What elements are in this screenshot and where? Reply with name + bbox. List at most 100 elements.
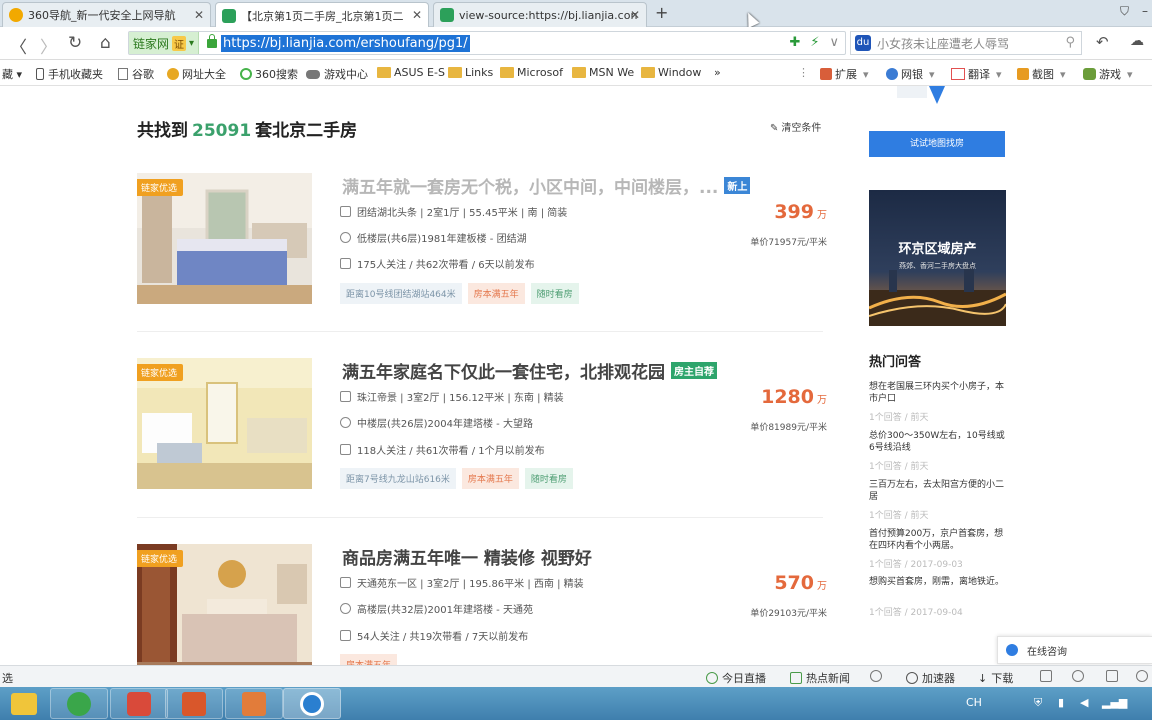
search-icon[interactable]: ⚲ — [1065, 35, 1075, 50]
online-consult-button[interactable]: 在线咨询 — [997, 636, 1152, 664]
cert-name: 链家网 — [133, 36, 170, 51]
chevron-down-icon[interactable]: ∨ — [829, 35, 839, 50]
close-icon[interactable]: ✕ — [194, 8, 204, 22]
taskbar-360-browser[interactable] — [283, 688, 341, 719]
taskbar-express[interactable] — [110, 688, 168, 719]
bookmark-overflow[interactable]: » — [714, 66, 721, 79]
security-icon[interactable]: ⛨ — [1034, 696, 1042, 710]
house-icon — [222, 8, 236, 23]
window-icon — [1106, 670, 1118, 682]
home-button[interactable]: ⌂ — [100, 33, 111, 53]
forward-button[interactable]: 〉 — [40, 33, 57, 58]
promo-banner[interactable]: 环京区域房产 燕郊、香河二手房大盘点 — [869, 190, 1006, 326]
minimize-button[interactable]: – — [1142, 4, 1148, 18]
volume-icon[interactable]: ◀ — [1080, 696, 1088, 709]
chevron-down-icon: ▾ — [863, 67, 869, 81]
listing-photo[interactable]: 链家优选 — [137, 358, 312, 489]
skin-icon[interactable]: ⛉ — [1120, 4, 1129, 19]
listing-title[interactable]: 满五年就一套房无个税，小区中间，中间楼层，... 新上 — [342, 173, 751, 198]
reload-button[interactable]: ↻ — [68, 33, 82, 53]
train-icon — [127, 691, 151, 716]
tab-view-source[interactable]: view-source:https://bj.lianjia.con ✕ — [433, 2, 647, 27]
status-icon-button[interactable] — [1072, 670, 1088, 682]
360-browser-icon — [9, 8, 23, 22]
input-language[interactable]: CH — [966, 696, 982, 709]
question-item[interactable]: 总价300～350W左右，10号线或6号线沿线 — [869, 430, 1009, 454]
listing-card[interactable]: 链家优选 满五年家庭名下仅此一套住宅，北排观花园 房主自荐 珠江帝景 | 3室2厅… — [137, 358, 827, 498]
bookmark-folder-windows[interactable]: Window — [641, 66, 701, 79]
toolbar-screenshot[interactable]: 截图 ▾ — [1017, 66, 1066, 82]
cloud-icon[interactable]: ☁ — [1130, 33, 1144, 49]
bookmark-folder-msn[interactable]: MSN We — [572, 66, 634, 79]
toolbar-online-banking[interactable]: 网银 ▾ — [886, 66, 935, 82]
network-icon[interactable]: ▂▄▆ — [1102, 696, 1127, 709]
listing-photo[interactable]: 链家优选 — [137, 544, 312, 665]
tab-360-nav[interactable]: 360导航_新一代安全上网导航 ✕ — [2, 2, 211, 27]
status-icon-button[interactable] — [1040, 670, 1056, 682]
lightning-icon[interactable]: ⚡ — [810, 35, 819, 50]
undo-icon[interactable]: ↶ — [1096, 33, 1109, 51]
listing-info-text: 天通苑东一区 | 3室2厅 | 195.86平米 | 西南 | 精装 — [357, 579, 584, 590]
bookmark-label: 360搜索 — [255, 68, 298, 81]
location-icon — [340, 417, 351, 428]
toolbar-translate[interactable]: 翻译 ▾ — [951, 66, 1002, 82]
close-icon[interactable]: ✕ — [630, 8, 640, 22]
clock-icon — [870, 670, 882, 682]
battery-icon[interactable]: ▮ — [1058, 696, 1064, 709]
address-actions: ✚ ⚡ ∨ — [789, 35, 839, 50]
price-unit: 万 — [817, 395, 827, 406]
toolbar-extensions[interactable]: 扩展 ▾ — [820, 66, 869, 82]
bookmark-game-center[interactable]: 游戏中心 — [306, 66, 368, 82]
house-icon — [340, 577, 351, 588]
listing-photo[interactable]: 链家优选 — [137, 173, 312, 304]
taskbar-presentation[interactable] — [225, 688, 283, 719]
clear-filters-link[interactable]: ✎ 清空条件 — [770, 119, 821, 134]
toolbar-games[interactable]: 游戏 ▾ — [1083, 66, 1133, 82]
listing-card[interactable]: 链家优选 商品房满五年唯一 精装修 视野好 天通苑东一区 | 3室2厅 | 19… — [137, 544, 827, 665]
bookmark-mobile[interactable]: 手机收藏夹 — [36, 66, 103, 82]
question-item[interactable]: 三百万左右，去太阳宫方便的小二居 — [869, 479, 1009, 503]
bookmark-360-search[interactable]: 360搜索 — [240, 66, 298, 82]
plugin-icon[interactable]: ✚ — [789, 35, 800, 50]
search-input[interactable]: du 小女孩未让座遭老人辱骂 ⚲ — [850, 31, 1082, 55]
listing-unit-price: 单价71957元/平米 — [750, 238, 827, 248]
taskbar-ie[interactable] — [50, 688, 108, 719]
question-item[interactable]: 想购买首套房，刚需，离地铁近。 — [869, 576, 1009, 588]
status-label: 加速器 — [922, 672, 955, 685]
close-icon[interactable]: ✕ — [412, 8, 422, 22]
chevron-down-icon: ▾ — [929, 67, 935, 81]
live-stream-button[interactable]: 今日直播 — [706, 670, 766, 686]
new-tab-button[interactable]: + — [655, 3, 668, 22]
address-bar[interactable]: 链家网 证 ▾ https://bj.lianjia.com/ershoufan… — [128, 31, 846, 55]
bookmark-favorites[interactable]: 藏 ▾ — [2, 66, 22, 82]
bookmark-folder-asus[interactable]: ASUS E-S — [377, 66, 445, 79]
site-certificate[interactable]: 链家网 证 ▾ — [129, 32, 200, 54]
taskbar-powerpoint[interactable] — [165, 688, 223, 719]
listing-info: 珠江帝景 | 3室2厅 | 156.12平米 | 东南 | 精装 — [340, 389, 564, 404]
downloads-button[interactable]: ↓ 下载 — [978, 670, 1013, 686]
zoom-icon — [1136, 670, 1148, 682]
status-icon-button[interactable] — [1136, 670, 1152, 682]
tab-lianjia[interactable]: 【北京第1页二手房_北京第1页二 ✕ — [215, 2, 429, 28]
listing-title[interactable]: 满五年家庭名下仅此一套住宅，北排观花园 房主自荐 — [342, 358, 717, 383]
price-value: 570 — [774, 572, 814, 594]
listing-info: 天通苑东一区 | 3室2厅 | 195.86平米 | 西南 | 精装 — [340, 575, 584, 590]
tag-chip-five-years: 房本满五年 — [461, 468, 519, 489]
hot-news-button[interactable]: 热点新闻 — [790, 670, 850, 686]
accelerator-button[interactable]: 加速器 — [906, 670, 955, 686]
bookmark-folder-links[interactable]: Links — [448, 66, 493, 79]
listing-card[interactable]: 链家优选 满五年就一套房无个税，小区中间，中间楼层，... 新上 团结湖北头条 |… — [137, 173, 827, 313]
url-text[interactable]: https://bj.lianjia.com/ershoufang/pg1/ — [221, 34, 470, 52]
status-icon-button[interactable] — [1106, 670, 1122, 682]
bookmark-site-directory[interactable]: 网址大全 — [167, 66, 226, 82]
cert-badge: 证 — [172, 35, 187, 51]
map-search-button[interactable]: 试试地图找房 — [869, 131, 1005, 157]
question-item[interactable]: 首付预算200万，京户首套房，想在四环内看个小两居。 — [869, 528, 1009, 552]
listing-title[interactable]: 商品房满五年唯一 精装修 视野好 — [342, 544, 592, 569]
back-button[interactable]: 〈 — [10, 33, 27, 58]
status-icon-button[interactable] — [870, 670, 886, 682]
question-item[interactable]: 想在老国展三环内买个小房子，本市户口 — [869, 381, 1009, 405]
bookmark-google[interactable]: 谷歌 — [118, 66, 154, 82]
start-button[interactable] — [2, 688, 46, 719]
bookmark-folder-microsoft[interactable]: Microsof — [500, 66, 563, 79]
